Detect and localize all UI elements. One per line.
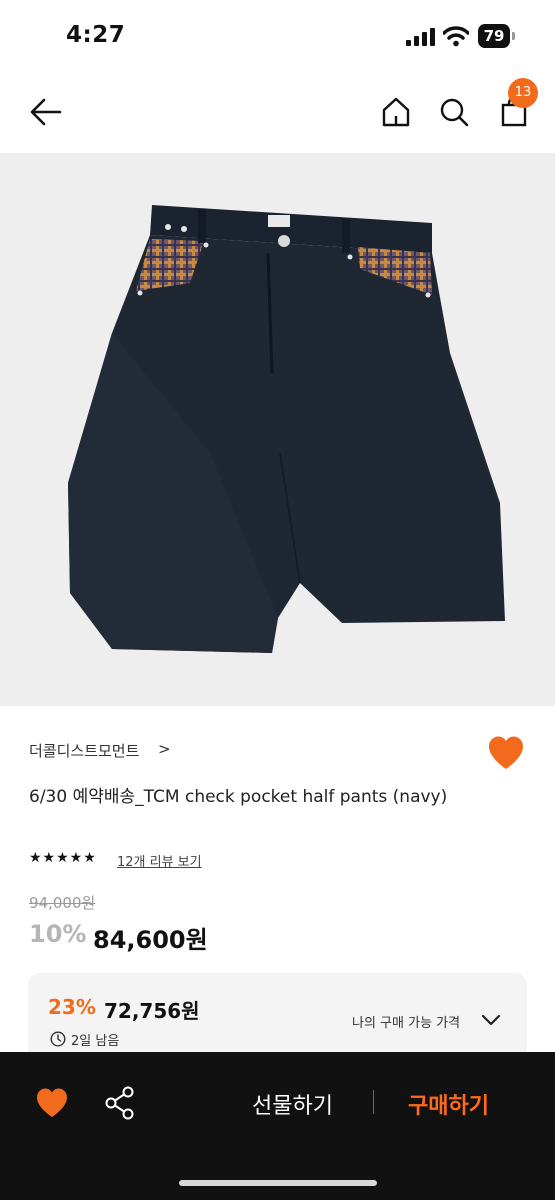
shorts-illustration — [68, 205, 505, 653]
back-button[interactable] — [26, 92, 66, 132]
coupon-discount-rate: 23% — [48, 995, 96, 1019]
search-button[interactable] — [434, 92, 474, 132]
home-button[interactable] — [376, 92, 416, 132]
home-indicator — [179, 1180, 377, 1186]
battery-icon: 79 — [478, 24, 516, 48]
time-remaining: 2일 남음 — [71, 1034, 120, 1049]
discount-rate: 10% — [29, 920, 87, 948]
home-icon — [382, 97, 410, 127]
product-title: 6/30 예약배송_TCM check pocket half pants (n… — [29, 787, 448, 807]
battery-level: 79 — [478, 24, 510, 48]
review-link[interactable]: 12개 리뷰 보기 — [117, 851, 202, 870]
divider — [373, 1090, 374, 1114]
sale-price: 84,600원 — [93, 926, 208, 954]
original-price: 94,000원 — [29, 894, 96, 912]
status-bar: 4:27 79 — [0, 0, 555, 72]
coupon-price: 72,756원 — [104, 999, 200, 1023]
brand-link[interactable]: 더콜디스트모먼트 — [29, 740, 139, 761]
wishlist-heart-button[interactable] — [487, 735, 525, 771]
chevron-down-icon[interactable] — [480, 1009, 502, 1031]
buy-button[interactable]: 구매하기 — [408, 1088, 489, 1120]
wishlist-heart-button[interactable] — [35, 1087, 69, 1119]
search-icon — [440, 98, 469, 127]
cellular-signal-icon — [406, 28, 435, 46]
bottom-action-bar: 선물하기 구매하기 — [0, 1052, 555, 1200]
chevron-right-icon: > — [158, 740, 171, 758]
cart-count-badge: 13 — [508, 78, 538, 108]
top-nav — [0, 72, 555, 152]
clock-time: 4:27 — [66, 22, 126, 48]
gift-button[interactable]: 선물하기 — [252, 1088, 333, 1120]
share-icon[interactable] — [104, 1086, 136, 1120]
clock-icon — [50, 1031, 66, 1047]
product-image[interactable] — [0, 153, 555, 706]
wifi-icon — [443, 26, 469, 47]
my-price-label: 나의 구매 가능 가격 — [352, 1016, 461, 1031]
arrow-left-icon — [30, 98, 62, 126]
star-rating: ★★★★★ — [29, 850, 97, 866]
